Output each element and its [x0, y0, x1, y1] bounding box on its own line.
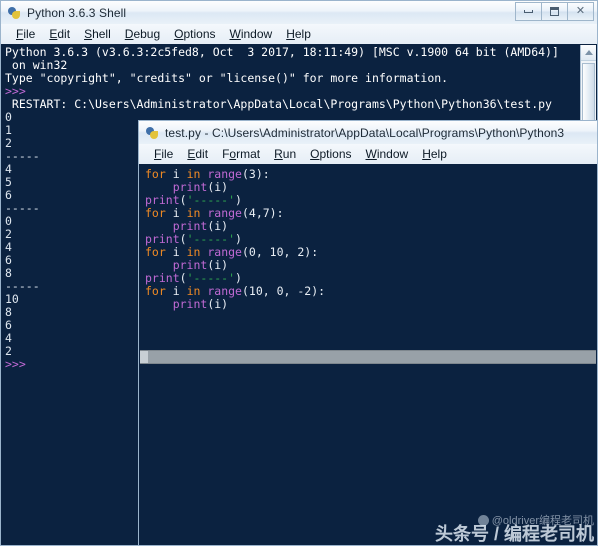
- maximize-button[interactable]: [541, 2, 568, 21]
- editor-titlebar[interactable]: test.py - C:\Users\Administrator\AppData…: [138, 120, 598, 144]
- code-token: (: [179, 232, 187, 246]
- code-token: (: [179, 271, 187, 285]
- editor-menu-edit[interactable]: Edit: [180, 146, 215, 162]
- code-token: for: [145, 167, 166, 181]
- close-button[interactable]: ✕: [567, 2, 594, 21]
- code-token: print: [145, 232, 180, 246]
- code-token: (i): [207, 258, 229, 272]
- code-token: print: [145, 271, 180, 285]
- editor-menu-format[interactable]: Format: [215, 146, 267, 162]
- shell-restart-line: RESTART: C:\Users\Administrator\AppData\…: [5, 97, 552, 111]
- code-token: for: [145, 284, 166, 298]
- editor-source-code: for i in range(3): print(i) print('-----'…: [145, 168, 325, 311]
- python-icon: [6, 5, 22, 21]
- shell-title: Python 3.6.3 Shell: [27, 5, 127, 20]
- editor-window[interactable]: test.py - C:\Users\Administrator\AppData…: [138, 120, 598, 546]
- shell-menu-help[interactable]: Help: [279, 26, 318, 42]
- editor-menu-run[interactable]: Run: [267, 146, 303, 162]
- editor-menu-file[interactable]: File: [147, 146, 180, 162]
- shell-window-controls: ✕: [515, 2, 594, 21]
- shell-menu-debug[interactable]: Debug: [118, 26, 167, 42]
- shell-titlebar[interactable]: Python 3.6.3 Shell ✕: [0, 0, 598, 24]
- code-token: in: [186, 245, 201, 259]
- shell-menu-file[interactable]: File: [9, 26, 42, 42]
- code-token: i: [165, 206, 187, 220]
- code-token: ): [235, 193, 242, 207]
- python-icon: [144, 125, 160, 141]
- code-token: in: [186, 167, 201, 181]
- code-token: (i): [207, 297, 229, 311]
- code-token: i: [165, 167, 187, 181]
- editor-menubar[interactable]: File Edit Format Run Options Window Help: [138, 144, 598, 164]
- code-token: print: [172, 258, 208, 272]
- shell-menu-edit[interactable]: Edit: [42, 26, 77, 42]
- code-token: range: [207, 167, 242, 181]
- code-token: range: [207, 245, 242, 259]
- code-token: '-----': [186, 271, 236, 285]
- shell-menu-options[interactable]: Options: [167, 26, 222, 42]
- minimize-button[interactable]: [515, 2, 542, 21]
- code-token: print: [172, 297, 208, 311]
- code-line: print(i): [145, 298, 325, 311]
- code-token: in: [186, 284, 201, 298]
- code-token: (0, 10, 2):: [241, 245, 319, 259]
- code-token: (4,7):: [241, 206, 284, 220]
- code-token: '-----': [186, 193, 236, 207]
- code-token: print: [145, 193, 180, 207]
- code-token: (3):: [241, 167, 270, 181]
- shell-menu-shell[interactable]: Shell: [77, 26, 118, 42]
- code-token: in: [186, 206, 201, 220]
- scrollbar-thumb[interactable]: [140, 351, 148, 363]
- code-token: ): [235, 232, 242, 246]
- desktop: Python 3.6.3 Shell ✕ File Edit Shell Debug O…: [0, 0, 598, 546]
- editor-horizontal-scrollbar[interactable]: [140, 350, 596, 364]
- code-token: range: [207, 284, 242, 298]
- code-token: (10, 0, -2):: [241, 284, 326, 298]
- code-token: range: [207, 206, 242, 220]
- code-token: i: [165, 245, 187, 259]
- shell-banner-line: Python 3.6.3 (v3.6.3:2c5fed8, Oct 3 2017…: [5, 45, 559, 59]
- shell-menu-window[interactable]: Window: [223, 26, 280, 42]
- shell-menubar[interactable]: File Edit Shell Debug Options Window Help: [0, 24, 598, 44]
- code-token: ): [235, 271, 242, 285]
- shell-banner-line: Type "copyright", "credits" or "license(…: [5, 71, 449, 85]
- code-token: i: [165, 284, 187, 298]
- code-token: print: [172, 180, 208, 194]
- scroll-up-icon[interactable]: [581, 45, 596, 61]
- editor-title: test.py - C:\Users\Administrator\AppData…: [165, 125, 565, 140]
- code-token: for: [145, 245, 166, 259]
- editor-menu-options[interactable]: Options: [303, 146, 358, 162]
- editor-menu-help[interactable]: Help: [415, 146, 454, 162]
- code-token: '-----': [186, 232, 236, 246]
- code-token: (i): [207, 219, 229, 233]
- code-token: for: [145, 206, 166, 220]
- code-token: print: [172, 219, 208, 233]
- code-token: (: [179, 193, 187, 207]
- editor-menu-window[interactable]: Window: [359, 146, 416, 162]
- code-token: (i): [207, 180, 229, 194]
- editor-code-area[interactable]: for i in range(3): print(i) print('-----'…: [138, 164, 598, 546]
